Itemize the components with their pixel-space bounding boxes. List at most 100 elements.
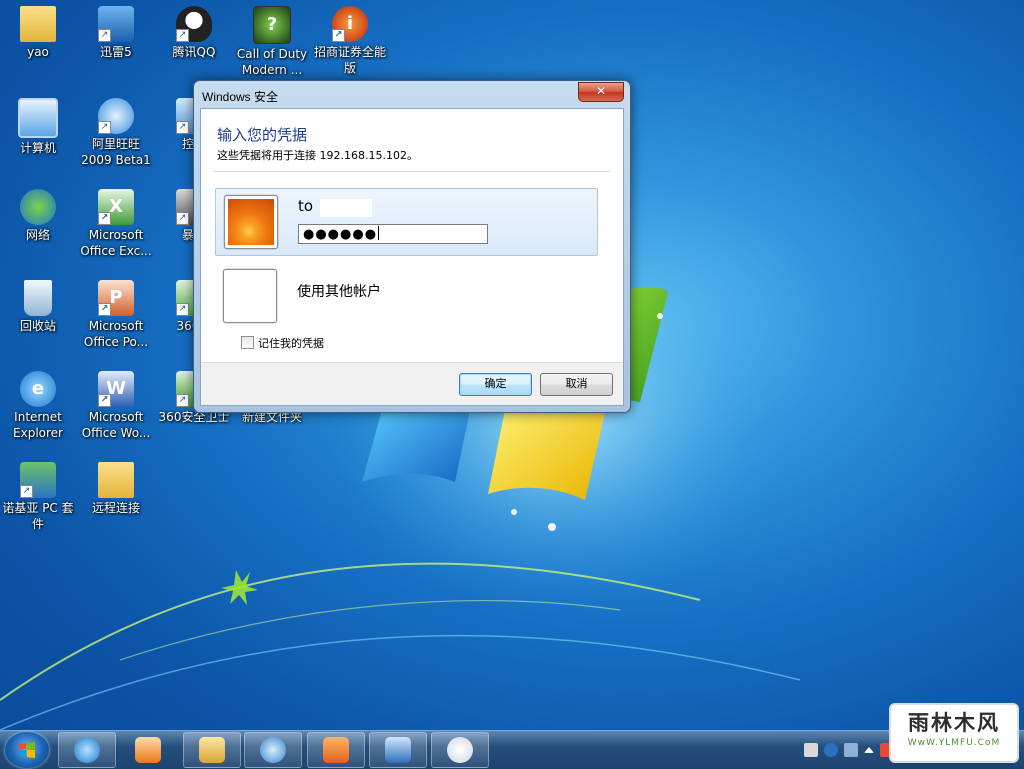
desktop-icon-cms-securities[interactable]: i ↗ 招商证券全能版 bbox=[312, 6, 388, 76]
aliwangwang-icon: ↗ bbox=[98, 98, 134, 134]
shortcut-arrow-icon: ↗ bbox=[98, 394, 111, 407]
desktop-icon-label: 迅雷5 bbox=[100, 45, 132, 59]
globe-icon bbox=[260, 737, 286, 763]
dialog-footer: 确定 取消 bbox=[201, 362, 623, 405]
redaction-mask bbox=[320, 199, 372, 217]
input-method-icon[interactable] bbox=[844, 743, 858, 757]
recycle-bin-icon bbox=[24, 280, 52, 316]
desktop-icon-excel[interactable]: X ↗ Microsoft Office Exc... bbox=[78, 189, 154, 259]
taskbar-media-player[interactable] bbox=[119, 732, 177, 768]
dialog-subheading: 这些凭据将用于连接 192.168.15.102。 bbox=[217, 149, 418, 162]
show-hidden-icons-icon[interactable] bbox=[864, 747, 874, 753]
desktop-icon-recycle-bin[interactable]: 回收站 bbox=[0, 280, 76, 334]
dialog-title: Windows 安全 bbox=[202, 90, 279, 104]
shortcut-arrow-icon: ↗ bbox=[176, 303, 189, 316]
credential-tile-other-account[interactable]: 使用其他帐户 bbox=[215, 263, 596, 329]
desktop-icon-label: Internet Explorer bbox=[13, 410, 63, 440]
shortcut-arrow-icon: ↗ bbox=[98, 303, 111, 316]
folder-icon bbox=[98, 462, 134, 498]
desktop-icon-word[interactable]: W ↗ Microsoft Office Wo... bbox=[78, 371, 154, 441]
media-player-icon bbox=[135, 737, 161, 763]
word-icon: W ↗ bbox=[98, 371, 134, 407]
dialog-heading: 输入您的凭据 bbox=[217, 126, 308, 144]
notification-area bbox=[804, 739, 894, 761]
shortcut-arrow-icon: ↗ bbox=[176, 121, 189, 134]
text-caret bbox=[378, 226, 380, 240]
other-account-label: 使用其他帐户 bbox=[297, 284, 381, 300]
desktop-icon-label: 腾讯QQ bbox=[172, 45, 216, 59]
desktop-icon-label: 远程连接 bbox=[91, 501, 140, 515]
desktop-icon-aliwangwang[interactable]: ↗ 阿里旺旺 2009 Beta1 bbox=[78, 98, 154, 168]
powerpoint-icon: P ↗ bbox=[98, 280, 134, 316]
internet-explorer-icon: e bbox=[20, 371, 56, 407]
desktop-icon-label: 阿里旺旺 2009 Beta1 bbox=[81, 137, 151, 167]
desktop-icon-yao[interactable]: yao bbox=[0, 6, 76, 60]
help-icon[interactable] bbox=[824, 743, 838, 757]
taskbar-paint[interactable] bbox=[431, 732, 489, 768]
shortcut-arrow-icon: ↗ bbox=[98, 212, 111, 225]
desktop-icon-nokia-pc-suite[interactable]: ↗ 诺基亚 PC 套件 bbox=[0, 462, 76, 532]
desktop-icon-xunlei[interactable]: ↗ 迅雷5 bbox=[78, 6, 154, 60]
cancel-button[interactable]: 取消 bbox=[540, 373, 613, 396]
desktop-icon-powerpoint[interactable]: P ↗ Microsoft Office Po... bbox=[78, 280, 154, 350]
desktop-icon-internet-explorer[interactable]: e Internet Explorer bbox=[0, 371, 76, 441]
ok-button[interactable]: 确定 bbox=[459, 373, 532, 396]
remember-credentials-label: 记住我的凭据 bbox=[258, 337, 324, 350]
flower-picture-icon bbox=[228, 199, 274, 245]
shortcut-arrow-icon: ↗ bbox=[176, 394, 189, 407]
paint-palette-icon bbox=[447, 737, 473, 763]
keyboard-icon[interactable] bbox=[804, 743, 818, 757]
shortcut-arrow-icon: ↗ bbox=[176, 212, 189, 225]
windows-logo-icon bbox=[19, 742, 35, 758]
blank-avatar bbox=[223, 269, 277, 323]
site-watermark: 雨林木风 WwW.YLMFU.CoM bbox=[889, 703, 1019, 763]
desktop-icon-label: 招商证券全能版 bbox=[313, 45, 386, 75]
excel-icon: X ↗ bbox=[98, 189, 134, 225]
remember-credentials-option[interactable]: 记住我的凭据 bbox=[241, 335, 324, 351]
cms-securities-icon: i ↗ bbox=[332, 6, 368, 42]
taskbar-network[interactable] bbox=[244, 732, 302, 768]
desktop-icon-network[interactable]: 网络 bbox=[0, 189, 76, 243]
password-field[interactable]: ●●●●●● bbox=[298, 224, 488, 244]
close-button[interactable]: ✕ bbox=[578, 82, 624, 102]
remember-credentials-checkbox[interactable] bbox=[241, 336, 254, 349]
shortcut-arrow-icon: ↗ bbox=[98, 29, 111, 42]
desktop-icon-label: Call of Duty Modern ... bbox=[236, 47, 308, 77]
desktop-icon-label: 网络 bbox=[25, 228, 50, 242]
dialog-titlebar[interactable]: Windows 安全 ✕ bbox=[194, 81, 630, 109]
xunlei-icon: ↗ bbox=[98, 6, 134, 42]
shortcut-arrow-icon: ↗ bbox=[176, 29, 189, 42]
network-icon bbox=[20, 189, 56, 225]
camera-icon bbox=[323, 737, 349, 763]
watermark-url: WwW.YLMFU.CoM bbox=[907, 738, 1001, 748]
windows-security-dialog: Windows 安全 ✕ 输入您的凭据 这些凭据将用于连接 192.168.15… bbox=[193, 80, 631, 413]
call-of-duty-icon: ? bbox=[253, 6, 291, 44]
desktop-icon-label: 回收站 bbox=[19, 319, 56, 333]
user-avatar bbox=[224, 195, 278, 249]
remote-desktop-icon bbox=[385, 737, 411, 763]
taskbar-file-explorer[interactable] bbox=[183, 732, 241, 768]
shortcut-arrow-icon: ↗ bbox=[332, 29, 345, 42]
credential-tile-current-user[interactable]: to ●●●●●● bbox=[215, 188, 598, 256]
qq-penguin-icon: ↗ bbox=[176, 6, 212, 42]
desktop-icon-label: Microsoft Office Po... bbox=[83, 319, 149, 349]
password-mask: ●●●●●● bbox=[303, 227, 378, 242]
desktop-icon-computer[interactable]: 计算机 bbox=[0, 98, 76, 156]
start-button[interactable] bbox=[5, 732, 49, 768]
internet-explorer-icon bbox=[74, 737, 100, 763]
desktop-icon-remote-connection[interactable]: 远程连接 bbox=[78, 462, 154, 516]
divider bbox=[213, 171, 611, 172]
desktop-icon-call-of-duty[interactable]: ? Call of Duty Modern ... bbox=[234, 6, 310, 78]
watermark-title: 雨林木风 bbox=[908, 711, 1000, 735]
folder-icon bbox=[20, 6, 56, 42]
desktop-icon-label: Microsoft Office Exc... bbox=[80, 228, 152, 258]
desktop-icon-label: 诺基亚 PC 套件 bbox=[2, 501, 74, 531]
taskbar-remote-desktop[interactable] bbox=[369, 732, 427, 768]
dialog-body: 输入您的凭据 这些凭据将用于连接 192.168.15.102。 to ●●●●… bbox=[200, 108, 624, 406]
desktop-icon-label: Microsoft Office Wo... bbox=[81, 410, 151, 440]
taskbar-internet-explorer[interactable] bbox=[58, 732, 116, 768]
taskbar-camera[interactable] bbox=[307, 732, 365, 768]
desktop-icon-qq[interactable]: ↗ 腾讯QQ bbox=[156, 6, 232, 60]
computer-icon bbox=[18, 98, 58, 138]
user-name: to bbox=[298, 197, 314, 215]
